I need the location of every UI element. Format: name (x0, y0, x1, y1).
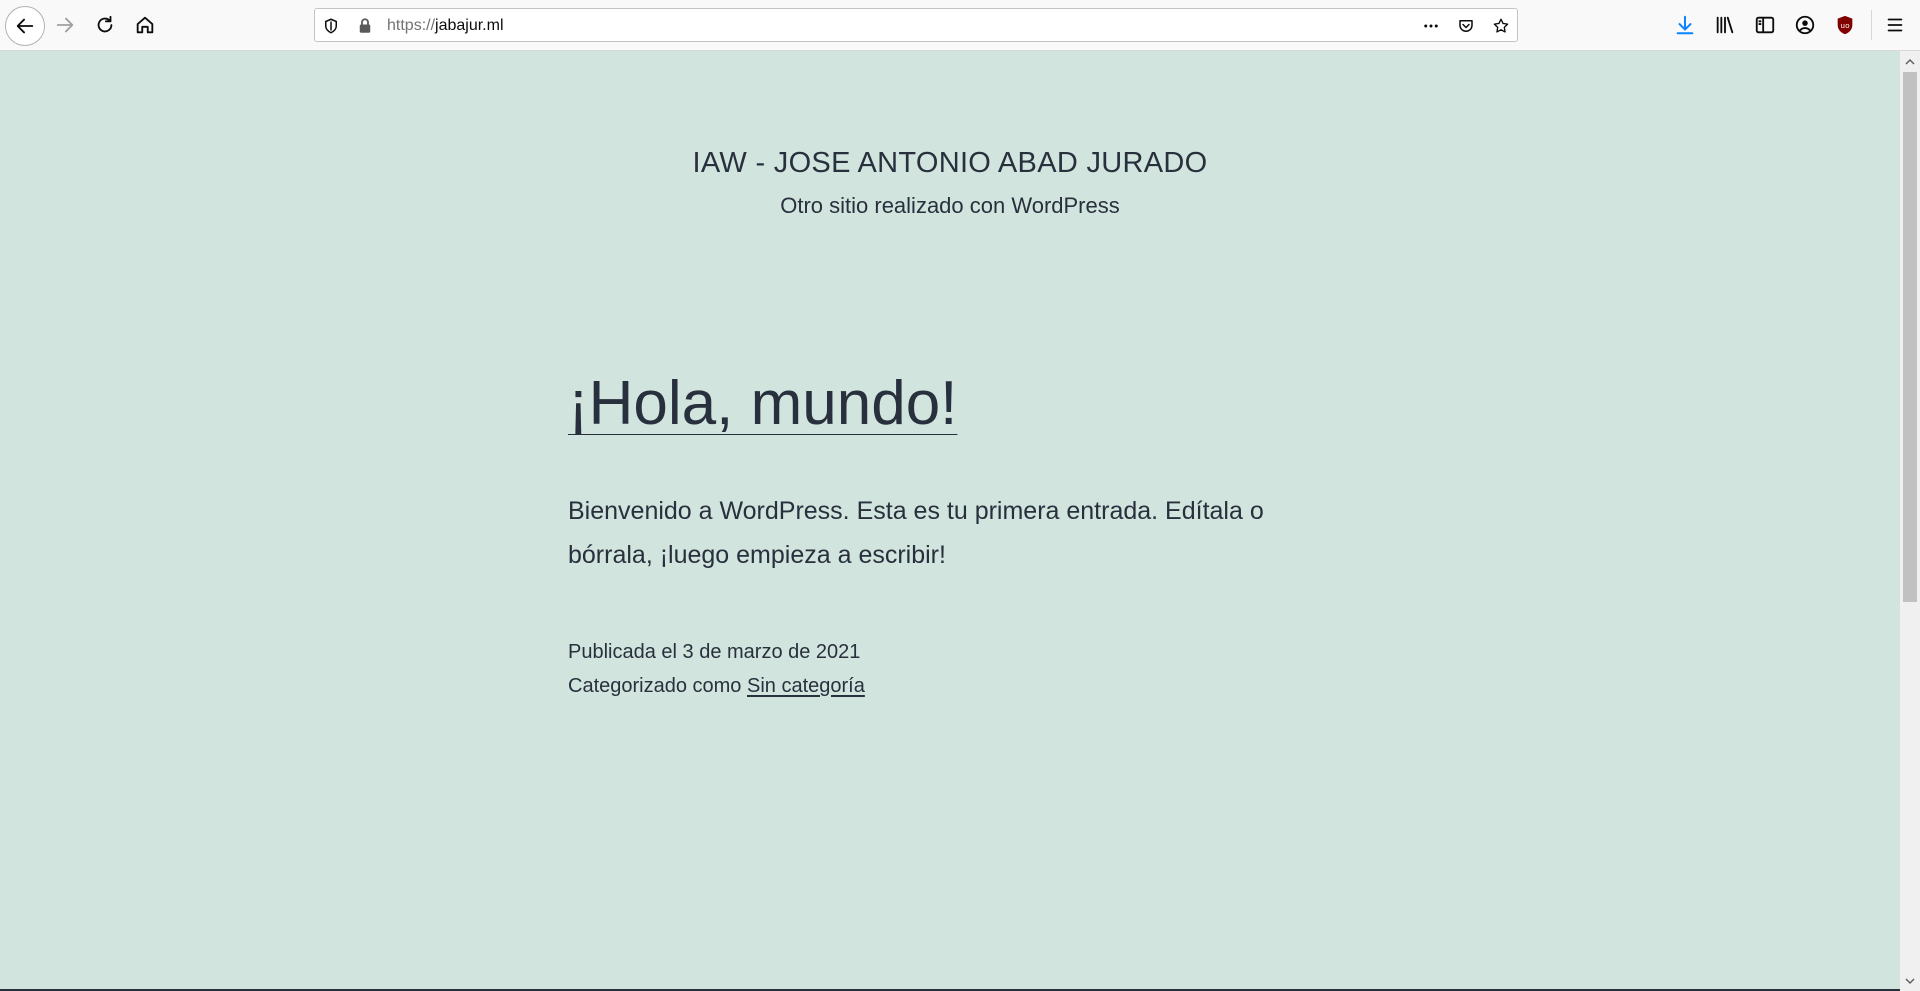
lock-icon[interactable] (355, 16, 375, 36)
sidebar-icon (1755, 16, 1775, 34)
browser-toolbar: https://jabajur.ml uo (0, 0, 1920, 51)
category-link[interactable]: Sin categoría (747, 675, 865, 697)
vertical-scrollbar[interactable] (1900, 51, 1920, 991)
url-scheme: https:// (387, 17, 436, 34)
tracking-shield-icon[interactable] (321, 16, 341, 36)
web-page: IAW - JOSE ANTONIO ABAD JURADO Otro siti… (0, 51, 1900, 991)
ublock-icon: uo (1837, 15, 1853, 35)
bookmark-star-icon[interactable] (1491, 16, 1511, 36)
download-icon (1676, 15, 1694, 35)
svg-text:uo: uo (1840, 21, 1850, 30)
back-icon (16, 18, 34, 34)
pocket-icon[interactable] (1456, 16, 1476, 36)
account-button[interactable] (1786, 6, 1824, 44)
address-bar[interactable]: https://jabajur.ml (314, 8, 1518, 42)
home-icon (136, 16, 154, 34)
post-title-link[interactable]: ¡Hola, mundo! (568, 373, 957, 435)
forward-button[interactable] (46, 6, 84, 44)
site-title[interactable]: IAW - JOSE ANTONIO ABAD JURADO (0, 147, 1900, 180)
toolbar-separator (1871, 10, 1872, 40)
home-button[interactable] (126, 6, 164, 44)
ublock-button[interactable]: uo (1826, 6, 1864, 44)
post-category: Categorizado como Sin categoría (568, 675, 865, 698)
downloads-button[interactable] (1666, 6, 1704, 44)
scroll-thumb[interactable] (1903, 72, 1917, 602)
sidebar-button[interactable] (1746, 6, 1784, 44)
post-date: Publicada el 3 de marzo de 2021 (568, 641, 861, 663)
library-button[interactable] (1706, 6, 1744, 44)
forward-icon (56, 17, 74, 33)
url-text[interactable]: https://jabajur.ml (387, 16, 504, 36)
post-body: Bienvenido a WordPress. Esta es tu prime… (568, 497, 1264, 569)
scroll-down-arrow[interactable] (1900, 972, 1920, 989)
back-button[interactable] (5, 6, 45, 46)
more-actions-icon[interactable] (1421, 16, 1441, 36)
url-host: jabajur.ml (435, 17, 504, 34)
menu-icon (1887, 18, 1903, 32)
library-icon (1716, 16, 1734, 34)
account-icon (1795, 15, 1815, 35)
reload-button[interactable] (86, 6, 124, 44)
scroll-up-arrow[interactable] (1900, 53, 1920, 70)
app-menu-button[interactable] (1876, 6, 1914, 44)
site-description: Otro sitio realizado con WordPress (780, 193, 1120, 218)
reload-icon (97, 15, 113, 33)
category-prefix: Categorizado como (568, 675, 742, 697)
